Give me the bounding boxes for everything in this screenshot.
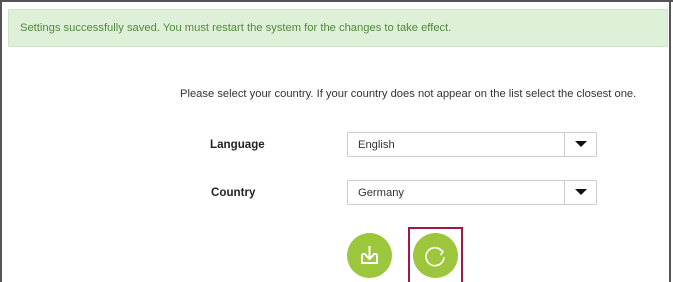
chevron-down-icon xyxy=(575,189,587,195)
success-alert: Settings successfully saved. You must re… xyxy=(8,9,668,47)
download-tray-icon xyxy=(361,246,378,264)
language-select-value: English xyxy=(358,139,395,151)
language-select[interactable]: English xyxy=(347,132,597,157)
language-dropdown-button[interactable] xyxy=(564,133,596,156)
country-dropdown-button[interactable] xyxy=(564,181,596,204)
country-label: Country xyxy=(211,186,256,199)
country-instruction: Please select your country. If your coun… xyxy=(180,88,637,100)
success-alert-message: Settings successfully saved. You must re… xyxy=(20,22,452,34)
language-label: Language xyxy=(210,138,265,151)
save-button[interactable] xyxy=(347,233,392,278)
chevron-down-icon xyxy=(575,141,587,147)
country-select-value: Germany xyxy=(358,187,405,199)
country-select[interactable]: Germany xyxy=(347,180,597,205)
restart-button-highlight xyxy=(408,227,463,282)
panel-top-border xyxy=(0,0,673,2)
